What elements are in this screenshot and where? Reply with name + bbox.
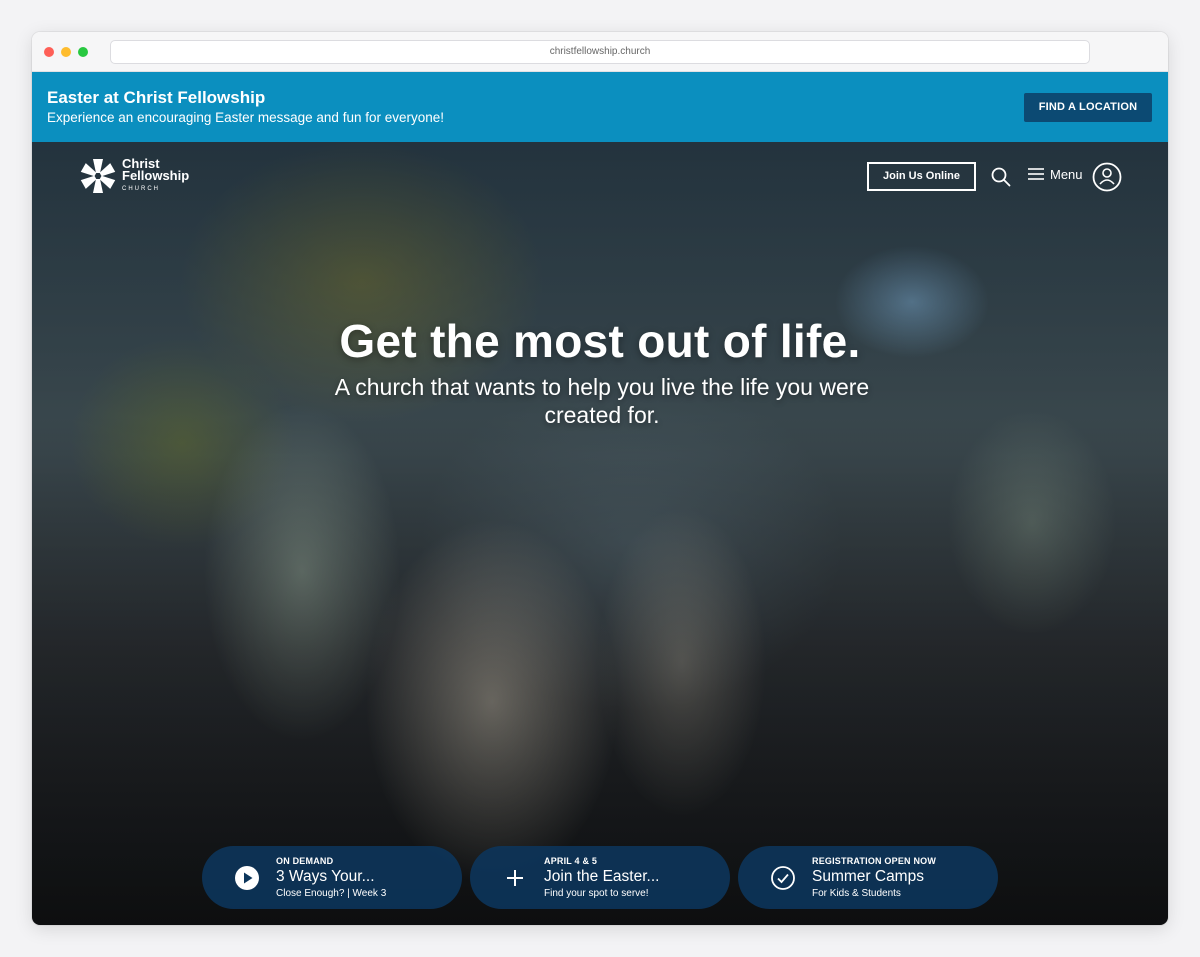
card-title: 3 Ways Your... [276, 868, 375, 885]
play-icon [235, 866, 259, 890]
hero-background-image [32, 142, 1168, 925]
browser-toolbar: christfellowship.church [32, 32, 1168, 72]
check-circle-icon [771, 866, 795, 890]
search-icon[interactable] [991, 167, 1011, 187]
logo-wordmark: Christ Fellowship CHURCH [122, 157, 190, 195]
minimize-window-button[interactable] [61, 47, 71, 57]
menu-button[interactable]: Menu [1027, 166, 1083, 182]
card-title: Summer Camps [812, 868, 924, 885]
menu-label: Menu [1050, 166, 1083, 182]
hamburger-icon [1028, 168, 1044, 180]
join-us-online-button[interactable]: Join Us Online [867, 162, 976, 191]
site-logo[interactable]: Christ Fellowship CHURCH [78, 156, 189, 196]
announcement-banner: Easter at Christ Fellowship Experience a… [32, 72, 1168, 142]
logo-mark-icon [80, 159, 116, 193]
address-bar[interactable]: christfellowship.church [110, 40, 1090, 64]
banner-subtitle: Experience an encouraging Easter message… [47, 110, 444, 125]
summer-camps-card[interactable]: REGISTRATION OPEN NOW Summer Camps For K… [738, 846, 998, 909]
hero-headline: Get the most out of life. [339, 315, 861, 367]
card-title: Join the Easter... [544, 868, 660, 885]
card-kicker: ON DEMAND [276, 856, 334, 866]
card-subtitle: Close Enough? | Week 3 [276, 888, 387, 899]
logo-line-2: Fellowship [122, 167, 190, 183]
on-demand-card[interactable]: ON DEMAND 3 Ways Your... Close Enough? |… [202, 846, 462, 909]
close-window-button[interactable] [44, 47, 54, 57]
hero-subheadline: A church that wants to help you live the… [334, 374, 870, 428]
card-subtitle: Find your spot to serve! [544, 888, 649, 899]
find-location-button[interactable]: FIND A LOCATION [1024, 93, 1152, 122]
card-subtitle: For Kids & Students [812, 888, 901, 899]
hero-section: Christ Fellowship CHURCH Join Us Online … [32, 142, 1168, 925]
plus-icon [507, 870, 523, 886]
logo-line-3: CHURCH [122, 185, 160, 192]
card-kicker: REGISTRATION OPEN NOW [812, 856, 937, 866]
card-kicker: APRIL 4 & 5 [544, 856, 598, 866]
banner-title: Easter at Christ Fellowship [47, 88, 266, 107]
easter-serve-card[interactable]: APRIL 4 & 5 Join the Easter... Find your… [470, 846, 730, 909]
maximize-window-button[interactable] [78, 47, 88, 57]
browser-window: christfellowship.church Easter at Christ… [32, 32, 1168, 925]
account-icon[interactable] [1092, 162, 1122, 192]
